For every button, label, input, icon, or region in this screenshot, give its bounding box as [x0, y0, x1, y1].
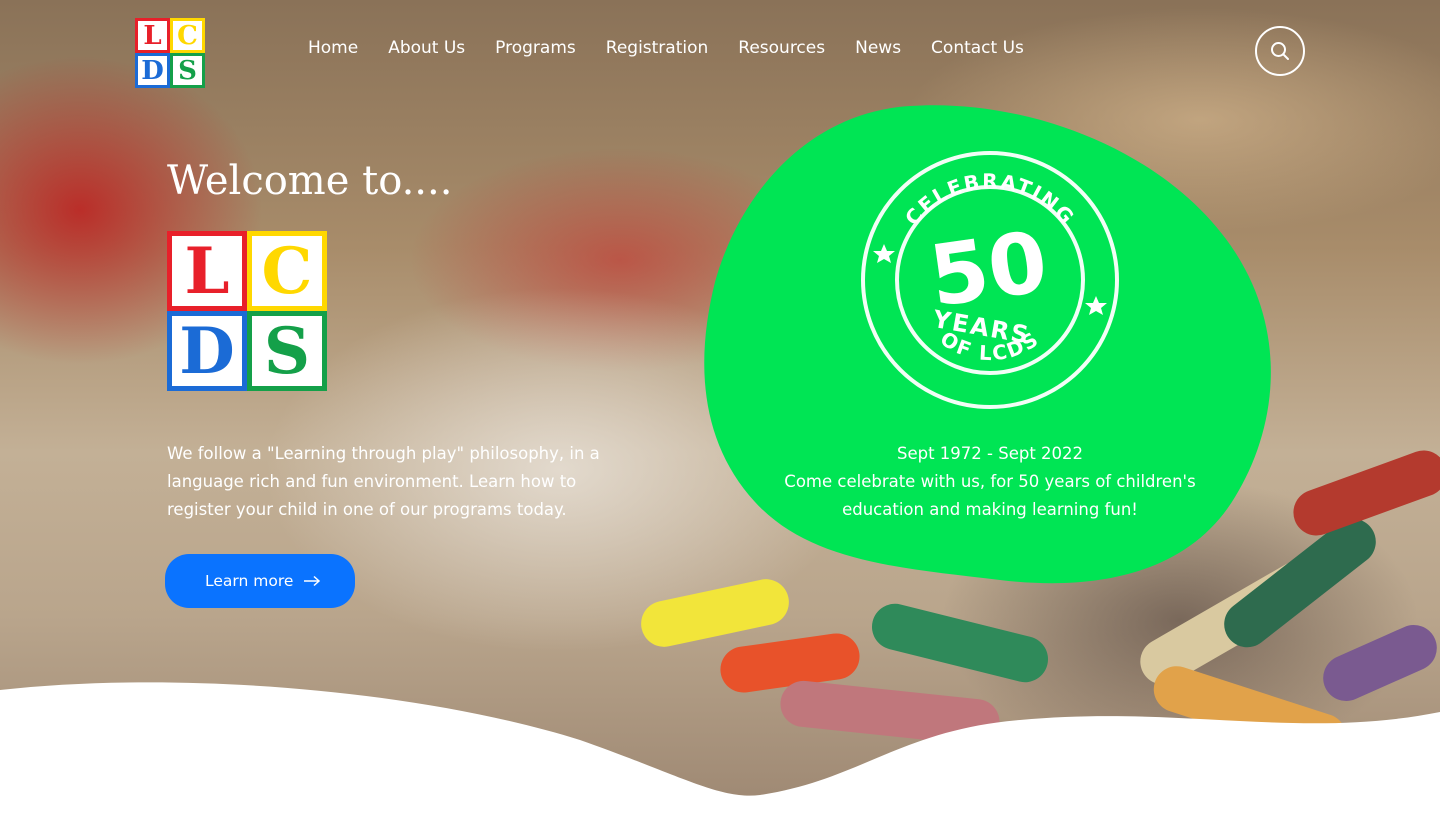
nav-registration[interactable]: Registration	[606, 38, 709, 58]
learn-more-label: Learn more	[205, 572, 294, 590]
learn-more-button[interactable]: Learn more	[165, 554, 355, 608]
logo-block-c: C	[247, 231, 327, 311]
nav-home[interactable]: Home	[308, 38, 358, 58]
logo-block-c: C	[170, 18, 205, 53]
logo-block-d: D	[167, 311, 247, 391]
hero-intro-text: We follow a "Learning through play" phil…	[167, 444, 600, 519]
nav-news[interactable]: News	[855, 38, 901, 58]
nav-programs[interactable]: Programs	[495, 38, 576, 58]
main-nav: Home About Us Programs Registration Reso…	[308, 38, 1024, 58]
search-button[interactable]	[1255, 26, 1305, 76]
search-icon	[1271, 42, 1289, 60]
logo-block-s: S	[247, 311, 327, 391]
nav-resources[interactable]: Resources	[738, 38, 825, 58]
star-icon	[873, 244, 895, 263]
fifty-years-badge: CELEBRATING OF LCDS 50 YEARS	[861, 151, 1119, 409]
site-logo[interactable]: L C D S	[135, 18, 205, 88]
logo-block-d: D	[135, 53, 170, 88]
anniversary-text: Sept 1972 - Sept 2022 Come celebrate wit…	[760, 440, 1220, 524]
logo-block-s: S	[170, 53, 205, 88]
star-icon	[1085, 296, 1107, 315]
arrow-right-icon	[304, 575, 321, 587]
logo-block-l: L	[135, 18, 170, 53]
hero-logo: L C D S	[167, 231, 327, 391]
anniversary-dates: Sept 1972 - Sept 2022	[896, 444, 1084, 463]
anniversary-message: Come celebrate with us, for 50 years of …	[784, 472, 1196, 519]
welcome-heading: Welcome to....	[167, 158, 453, 204]
nav-contact-us[interactable]: Contact Us	[931, 38, 1024, 58]
logo-block-l: L	[167, 231, 247, 311]
nav-about-us[interactable]: About Us	[388, 38, 465, 58]
